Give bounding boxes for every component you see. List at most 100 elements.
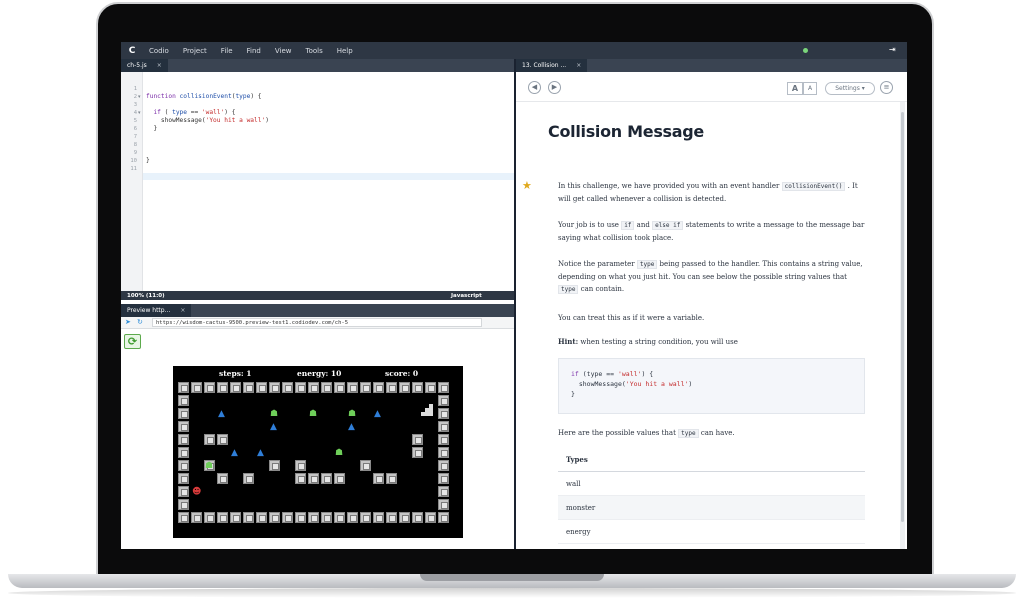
wall-block (321, 382, 332, 393)
tab-preview[interactable]: Preview http... × (121, 304, 192, 317)
wall-block (178, 434, 189, 445)
energy-counter: energy: 10 (297, 369, 342, 378)
wall-block (269, 512, 280, 523)
guide-toolbar: ◀ ▶ A A Settings ▾ ≡ (516, 72, 907, 102)
wall-block (178, 460, 189, 471)
paragraph-values: Here are the possible values that type c… (558, 427, 868, 440)
wall-block (295, 473, 306, 484)
tab-guide[interactable]: 13. Collision ... × (516, 59, 588, 72)
codio-logo-icon[interactable]: C (121, 46, 143, 56)
wall-block (412, 382, 423, 393)
menu-help[interactable]: Help (331, 47, 361, 55)
inline-code: else if (652, 221, 684, 230)
text: Your job is to use (558, 221, 619, 229)
close-icon[interactable]: × (180, 307, 185, 314)
font-increase-button[interactable]: A (787, 82, 803, 95)
menu-file[interactable]: File (215, 47, 241, 55)
wall-block (191, 382, 202, 393)
wall-block (295, 512, 306, 523)
tab-editor-file[interactable]: ch-5.js × (121, 59, 168, 72)
wall-block (425, 382, 436, 393)
wall-block (204, 512, 215, 523)
menu-icon[interactable]: ≡ (880, 81, 893, 94)
refresh-icon[interactable]: ↻ (137, 318, 143, 326)
wall-block (308, 473, 319, 484)
monster-icon: ☗ (270, 409, 279, 419)
menu-tools[interactable]: Tools (299, 47, 330, 55)
energy-flask-icon: ▲ (231, 448, 238, 458)
line-number: 5 (133, 118, 137, 124)
settings-label: Settings (835, 85, 860, 92)
energy-flask-icon: ▲ (374, 409, 381, 419)
wall-block (308, 382, 319, 393)
wall-block (217, 473, 228, 484)
url-field[interactable]: https://wisdom-cactus-9500.preview-test1… (152, 318, 482, 327)
close-icon[interactable]: × (576, 62, 581, 69)
page-title: Collision Message (548, 122, 704, 141)
navigate-icon[interactable]: ➤ (125, 318, 131, 326)
wall-block (308, 512, 319, 523)
fold-arrow-icon[interactable]: ▾ (138, 110, 141, 116)
close-icon[interactable]: × (157, 62, 162, 69)
wall-block (178, 395, 189, 406)
line-number: 1 (133, 86, 137, 92)
inline-code: type (558, 285, 579, 294)
language-mode[interactable]: Javascript (451, 293, 482, 299)
inline-code: collisionEvent() (781, 182, 846, 191)
line-number: 9 (133, 150, 137, 156)
code-line: if ( type == 'wall') { (153, 109, 236, 116)
text: when testing a string condition, you wil… (580, 338, 738, 346)
editor-status-bar: 100% (11:0) Javascript (121, 291, 514, 300)
wall-block (321, 473, 332, 484)
table-row: wall (558, 472, 865, 496)
wall-block (412, 512, 423, 523)
table-header: Types (558, 448, 865, 472)
monster-icon: ☗ (205, 461, 214, 471)
paragraph-intro: In this challenge, we have provided you … (558, 180, 868, 205)
wall-block (438, 499, 449, 510)
menu-view[interactable]: View (269, 47, 300, 55)
guide-pane: 13. Collision ... × ◀ ▶ A A Settings ▾ ≡… (516, 59, 907, 549)
wall-block (191, 512, 202, 523)
menu-project[interactable]: Project (177, 47, 215, 55)
text: can have. (700, 429, 735, 437)
scrollbar[interactable] (900, 102, 905, 549)
code-editor[interactable]: 1 2 3 4 5 6 7 8 9 10 11 ▾ ▾ function col… (121, 72, 514, 291)
hint-label: Hint: (558, 337, 579, 346)
laptop-notch (420, 574, 604, 581)
fold-arrow-icon[interactable]: ▾ (138, 94, 141, 100)
wall-block (438, 460, 449, 471)
scrollbar-thumb[interactable] (901, 112, 904, 522)
laptop-mockup: C Codio Project File Find View Tools Hel… (0, 0, 1024, 603)
wall-block (269, 460, 280, 471)
wall-block (178, 486, 189, 497)
settings-dropdown[interactable]: Settings ▾ (825, 82, 875, 95)
inline-code: type (636, 260, 658, 269)
game-canvas[interactable]: steps: 1 energy: 10 score: 0 ▲ ▲ ▲ ▲ ▲ ▲ ☗ ☗ ☗ ☗ ☗… (173, 366, 463, 538)
next-icon[interactable]: ▶ (548, 81, 561, 94)
cursor-position: 100% (11:0) (127, 292, 165, 299)
font-decrease-button[interactable]: A (803, 82, 817, 95)
wall-block (438, 395, 449, 406)
menu-bar: C Codio Project File Find View Tools Hel… (121, 42, 907, 59)
wall-block (334, 473, 345, 484)
wall-block (399, 512, 410, 523)
medal-icon: ★ (522, 179, 532, 192)
menu-find[interactable]: Find (241, 47, 269, 55)
monster-icon: ☗ (335, 448, 344, 458)
menu-codio[interactable]: Codio (143, 47, 177, 55)
previous-icon[interactable]: ◀ (528, 81, 541, 94)
inline-code: type (678, 429, 699, 438)
hint-paragraph: Hint: when testing a string condition, y… (558, 336, 868, 348)
line-number: 10 (130, 158, 137, 164)
wall-block (386, 382, 397, 393)
wall-block (178, 447, 189, 458)
reload-game-button[interactable]: ⟳ (124, 334, 141, 349)
text: In this challenge, we have provided you … (558, 182, 780, 190)
wall-block (438, 447, 449, 458)
wall-block (243, 512, 254, 523)
code-line: function collisionEvent(type) { (146, 93, 262, 100)
guide-tab-bar: 13. Collision ... × (516, 59, 907, 72)
guide-content: Collision Message ★ In this challenge, w… (516, 102, 900, 549)
exit-icon[interactable]: ⇥ (889, 45, 896, 54)
